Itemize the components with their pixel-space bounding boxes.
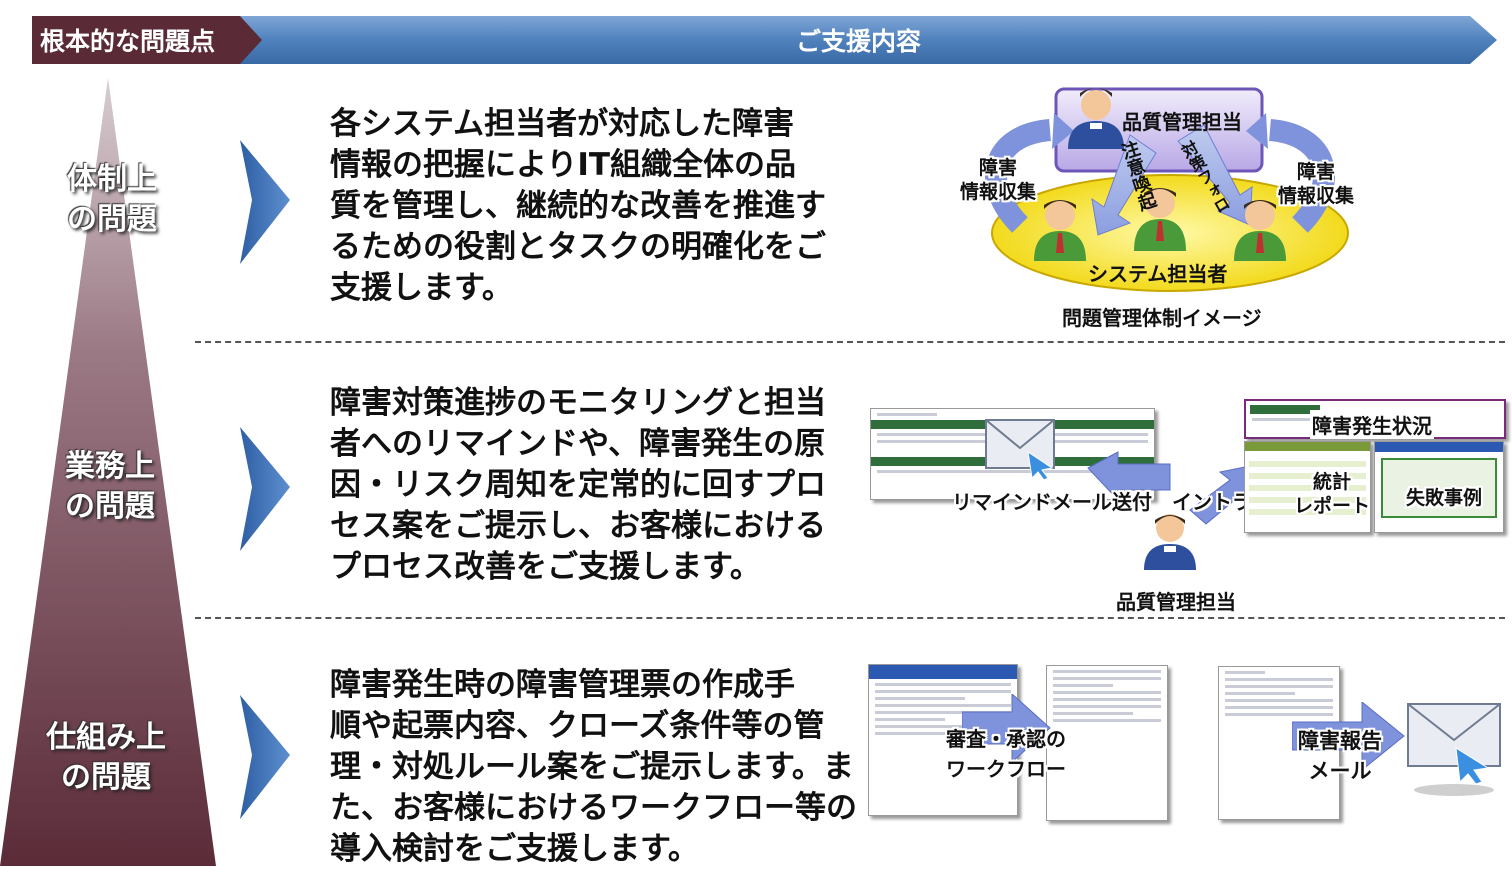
description-organization: 各システム担当者が対応した障害 情報の把握によりIT組織全体の品 質を管理し、継…: [330, 106, 826, 306]
chevron-arrow-icon: [240, 695, 290, 819]
status-label: 障害発生状況: [1310, 410, 1434, 439]
row-separator: [195, 617, 1505, 619]
report-mail-label: 障害報告 メール: [1298, 729, 1382, 783]
quality-manager-label: 品質管理担当: [1122, 110, 1242, 134]
mail-envelope-icon: [985, 419, 1055, 480]
row-separator: [195, 341, 1505, 343]
description-operation: 障害対策進捗のモニタリングと担当 者へのリマインドや、障害発生の原 因・リスク周…: [330, 385, 826, 585]
chevron-arrow-icon: [240, 140, 290, 264]
left-collect-label: 障害 情報収集: [960, 157, 1037, 203]
organization-caption: 問題管理体制イメージ: [1062, 306, 1262, 330]
right-collect-label: 障害 情報収集: [1278, 161, 1355, 207]
workflow-label: 審査・承認の ワークフロー: [946, 727, 1066, 781]
issue-header-label: 根本的な問題点: [40, 27, 216, 56]
support-header-label: ご支援内容: [796, 27, 922, 56]
chevron-arrow-icon: [240, 427, 290, 551]
system-staff-label: システム担当者: [1088, 262, 1228, 286]
issue-label-organization: 体制上 の問題: [67, 162, 157, 237]
issue-label-operation: 業務上 の問題: [65, 449, 155, 524]
mail-envelope-icon: [1407, 703, 1501, 796]
reminder-label: リマインドメール送付: [952, 490, 1152, 514]
person-icon: [1144, 514, 1196, 570]
stats-label: 統計 レポート: [1294, 471, 1371, 517]
description-mechanism: 障害発生時の障害管理票の作成手 順や起票内容、クローズ条件等の管 理・対処ルール…: [330, 667, 857, 867]
failure-label: 失敗事例: [1406, 487, 1483, 509]
issue-label-mechanism: 仕組み上 の問題: [46, 720, 166, 795]
manager-label: 品質管理担当: [1116, 590, 1236, 614]
header-bar: [32, 16, 1497, 64]
